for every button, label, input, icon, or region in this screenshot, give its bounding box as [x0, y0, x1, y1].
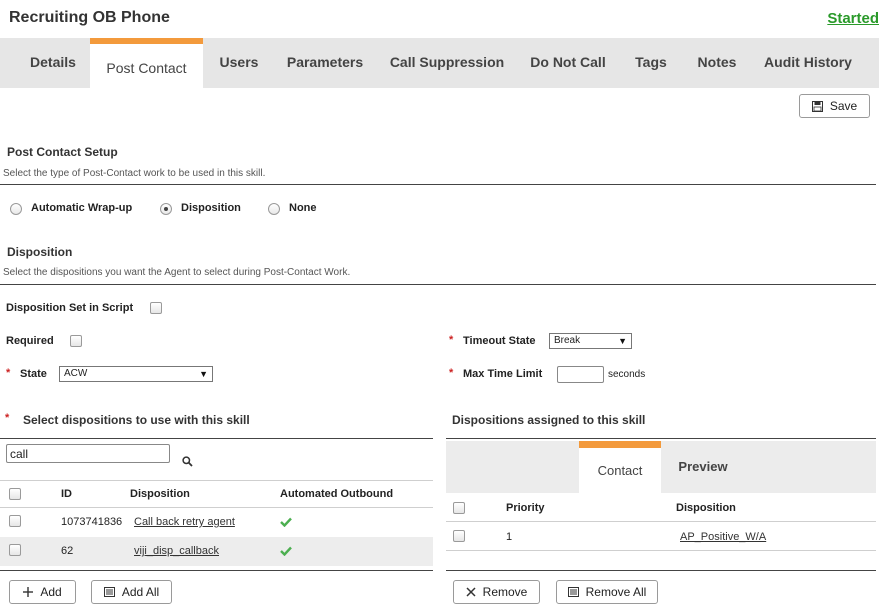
- save-button[interactable]: Save: [799, 94, 870, 118]
- row-checkbox[interactable]: [453, 530, 465, 542]
- list-icon: [103, 587, 115, 597]
- close-icon: [466, 587, 476, 597]
- row-checkbox[interactable]: [9, 544, 21, 556]
- row-checkbox[interactable]: [9, 515, 21, 527]
- tab-post-contact[interactable]: Post Contact: [90, 38, 203, 88]
- column-header-disposition: Disposition: [130, 488, 190, 500]
- list-icon: [567, 587, 579, 597]
- required-marker: *: [449, 367, 454, 379]
- required-label: Required: [6, 335, 54, 347]
- divider: [0, 184, 876, 185]
- remove-all-button-label: Remove All: [585, 585, 647, 599]
- tab-bar: Details Post Contact Users Parameters Ca…: [0, 38, 879, 88]
- divider: [0, 284, 876, 285]
- row-disposition-link[interactable]: Call back retry agent: [134, 516, 235, 528]
- select-all-checkbox[interactable]: [453, 502, 465, 514]
- row-disposition-link[interactable]: AP_Positive_W/A: [680, 531, 766, 543]
- tab-call-suppression[interactable]: Call Suppression: [384, 38, 510, 88]
- set-in-script-checkbox[interactable]: [150, 302, 162, 314]
- tab-parameters[interactable]: Parameters: [278, 38, 372, 88]
- timeout-state-select[interactable]: Break ▼: [549, 333, 632, 349]
- row-id: 62: [61, 545, 74, 557]
- divider: [0, 480, 433, 481]
- dropdown-arrow-icon: ▼: [618, 336, 627, 346]
- right-panel-title: Dispositions assigned to this skill: [452, 413, 646, 427]
- max-time-input[interactable]: [557, 366, 604, 383]
- select-all-checkbox[interactable]: [9, 488, 21, 500]
- add-button-label: Add: [40, 585, 62, 599]
- tab-details[interactable]: Details: [16, 38, 90, 88]
- row-priority: 1: [506, 531, 513, 543]
- column-header-id: ID: [61, 488, 72, 500]
- subtab-contact[interactable]: Contact: [579, 441, 661, 493]
- search-icon[interactable]: [182, 456, 193, 467]
- radio-disposition[interactable]: [160, 203, 172, 215]
- required-marker: *: [6, 367, 11, 379]
- set-in-script-label: Disposition Set in Script: [6, 302, 134, 314]
- max-time-label: Max Time Limit: [463, 368, 543, 380]
- timeout-state-value: Break: [554, 335, 581, 346]
- dropdown-arrow-icon: ▼: [199, 369, 208, 379]
- disposition-desc: Select the dispositions you want the Age…: [3, 267, 351, 278]
- tab-tags[interactable]: Tags: [626, 38, 676, 88]
- radio-none-label: None: [289, 202, 317, 214]
- table-row[interactable]: 62 viji_disp_callback: [0, 537, 433, 566]
- required-marker: *: [5, 412, 10, 424]
- page-title: Recruiting OB Phone: [9, 9, 170, 26]
- row-id: 1073741836: [61, 516, 123, 528]
- divider: [446, 438, 876, 439]
- tab-notes[interactable]: Notes: [688, 38, 746, 88]
- state-select[interactable]: ACW ▼: [59, 366, 213, 382]
- plus-icon: [23, 587, 34, 597]
- setup-desc: Select the type of Post-Contact work to …: [3, 168, 266, 179]
- divider: [446, 550, 876, 551]
- add-all-button-label: Add All: [121, 585, 160, 599]
- add-button[interactable]: Add: [9, 580, 76, 604]
- tab-do-not-call[interactable]: Do Not Call: [522, 38, 614, 88]
- remove-button[interactable]: Remove: [453, 580, 540, 604]
- divider: [446, 570, 876, 571]
- seconds-label: seconds: [608, 369, 646, 380]
- radio-none[interactable]: [268, 203, 280, 215]
- left-panel-title: Select dispositions to use with this ski…: [23, 413, 250, 427]
- required-checkbox[interactable]: [70, 335, 82, 347]
- radio-disposition-label: Disposition: [181, 202, 241, 214]
- save-button-label: Save: [829, 99, 858, 113]
- column-header-disposition: Disposition: [676, 502, 736, 514]
- add-all-button[interactable]: Add All: [91, 580, 172, 604]
- divider: [0, 570, 433, 571]
- radio-automatic-wrapup-label: Automatic Wrap-up: [31, 202, 133, 214]
- check-icon: [280, 517, 292, 527]
- tab-audit-history[interactable]: Audit History: [758, 38, 858, 88]
- timeout-state-label: Timeout State: [463, 335, 536, 347]
- setup-title: Post Contact Setup: [7, 145, 118, 159]
- divider: [0, 438, 433, 439]
- required-marker: *: [449, 334, 454, 346]
- disposition-search-input[interactable]: [6, 444, 170, 463]
- tab-users[interactable]: Users: [210, 38, 268, 88]
- column-header-automated-outbound: Automated Outbound: [280, 488, 394, 500]
- status-link[interactable]: Started: [827, 10, 879, 27]
- state-label: State: [20, 368, 47, 380]
- check-icon: [280, 546, 292, 556]
- radio-automatic-wrapup[interactable]: [10, 203, 22, 215]
- subtab-bar: Contact Preview: [446, 441, 876, 493]
- remove-all-button[interactable]: Remove All: [556, 580, 658, 604]
- row-disposition-link[interactable]: viji_disp_callback: [134, 545, 219, 557]
- disposition-title: Disposition: [7, 245, 73, 259]
- table-row[interactable]: 1 AP_Positive_W/A: [446, 522, 876, 550]
- state-select-value: ACW: [64, 368, 88, 379]
- column-header-priority: Priority: [506, 502, 545, 514]
- subtab-preview[interactable]: Preview: [661, 441, 745, 493]
- remove-button-label: Remove: [482, 585, 528, 599]
- save-icon: [811, 100, 823, 112]
- table-row[interactable]: 1073741836 Call back retry agent: [0, 508, 433, 536]
